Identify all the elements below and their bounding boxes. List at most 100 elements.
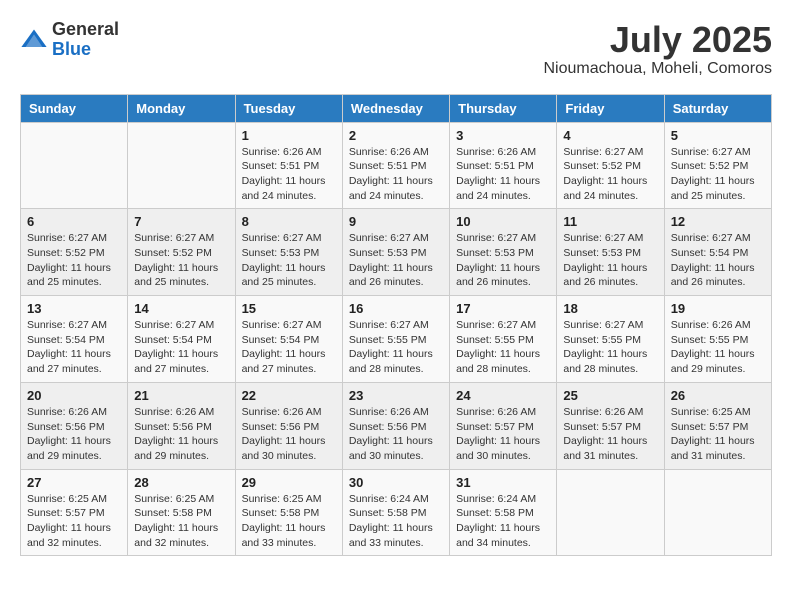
day-cell: 20 Sunrise: 6:26 AM Sunset: 5:56 PM Dayli… — [21, 382, 128, 469]
day-cell — [664, 469, 771, 556]
day-cell — [21, 122, 128, 209]
day-cell: 14 Sunrise: 6:27 AM Sunset: 5:54 PM Dayli… — [128, 296, 235, 383]
day-info: Sunrise: 6:24 AM Sunset: 5:58 PM Dayligh… — [349, 492, 443, 551]
day-cell: 26 Sunrise: 6:25 AM Sunset: 5:57 PM Dayli… — [664, 382, 771, 469]
day-cell: 7 Sunrise: 6:27 AM Sunset: 5:52 PM Daylig… — [128, 209, 235, 296]
week-row-4: 20 Sunrise: 6:26 AM Sunset: 5:56 PM Dayli… — [21, 382, 772, 469]
day-info: Sunrise: 6:25 AM Sunset: 5:57 PM Dayligh… — [27, 492, 121, 551]
day-cell: 4 Sunrise: 6:27 AM Sunset: 5:52 PM Daylig… — [557, 122, 664, 209]
day-info: Sunrise: 6:27 AM Sunset: 5:53 PM Dayligh… — [242, 231, 336, 290]
day-number: 29 — [242, 475, 336, 490]
day-cell: 18 Sunrise: 6:27 AM Sunset: 5:55 PM Dayli… — [557, 296, 664, 383]
day-number: 4 — [563, 128, 657, 143]
day-info: Sunrise: 6:26 AM Sunset: 5:57 PM Dayligh… — [563, 405, 657, 464]
day-number: 11 — [563, 214, 657, 229]
day-cell: 17 Sunrise: 6:27 AM Sunset: 5:55 PM Dayli… — [450, 296, 557, 383]
day-number: 13 — [27, 301, 121, 316]
logo-text: General Blue — [52, 20, 119, 60]
week-row-2: 6 Sunrise: 6:27 AM Sunset: 5:52 PM Daylig… — [21, 209, 772, 296]
day-number: 24 — [456, 388, 550, 403]
day-info: Sunrise: 6:26 AM Sunset: 5:56 PM Dayligh… — [242, 405, 336, 464]
day-cell: 27 Sunrise: 6:25 AM Sunset: 5:57 PM Dayli… — [21, 469, 128, 556]
day-number: 28 — [134, 475, 228, 490]
day-info: Sunrise: 6:27 AM Sunset: 5:53 PM Dayligh… — [349, 231, 443, 290]
day-info: Sunrise: 6:27 AM Sunset: 5:55 PM Dayligh… — [349, 318, 443, 377]
day-cell: 30 Sunrise: 6:24 AM Sunset: 5:58 PM Dayli… — [342, 469, 449, 556]
logo-general-text: General — [52, 20, 119, 40]
day-info: Sunrise: 6:26 AM Sunset: 5:56 PM Dayligh… — [27, 405, 121, 464]
day-cell: 24 Sunrise: 6:26 AM Sunset: 5:57 PM Dayli… — [450, 382, 557, 469]
day-cell: 29Sunrise: 6:25 AM Sunset: 5:58 PM Dayli… — [235, 469, 342, 556]
day-cell: 13 Sunrise: 6:27 AM Sunset: 5:54 PM Dayli… — [21, 296, 128, 383]
day-info: Sunrise: 6:27 AM Sunset: 5:53 PM Dayligh… — [563, 231, 657, 290]
logo-blue-text: Blue — [52, 40, 119, 60]
day-info: Sunrise: 6:27 AM Sunset: 5:52 PM Dayligh… — [27, 231, 121, 290]
day-info: Sunrise: 6:27 AM Sunset: 5:55 PM Dayligh… — [563, 318, 657, 377]
day-cell: 6 Sunrise: 6:27 AM Sunset: 5:52 PM Daylig… — [21, 209, 128, 296]
week-row-3: 13 Sunrise: 6:27 AM Sunset: 5:54 PM Dayli… — [21, 296, 772, 383]
week-row-1: 1 Sunrise: 6:26 AM Sunset: 5:51 PM Daylig… — [21, 122, 772, 209]
day-cell: 12 Sunrise: 6:27 AM Sunset: 5:54 PM Dayli… — [664, 209, 771, 296]
day-cell: 10Sunrise: 6:27 AM Sunset: 5:53 PM Dayli… — [450, 209, 557, 296]
day-info: Sunrise: 6:27 AM Sunset: 5:54 PM Dayligh… — [27, 318, 121, 377]
day-info: Sunrise: 6:27 AM Sunset: 5:54 PM Dayligh… — [671, 231, 765, 290]
day-cell: 25 Sunrise: 6:26 AM Sunset: 5:57 PM Dayli… — [557, 382, 664, 469]
day-cell: 8 Sunrise: 6:27 AM Sunset: 5:53 PM Daylig… — [235, 209, 342, 296]
day-number: 18 — [563, 301, 657, 316]
day-info: Sunrise: 6:26 AM Sunset: 5:51 PM Dayligh… — [349, 145, 443, 204]
day-cell — [557, 469, 664, 556]
day-number: 10 — [456, 214, 550, 229]
day-info: Sunrise: 6:27 AM Sunset: 5:52 PM Dayligh… — [134, 231, 228, 290]
day-number: 1 — [242, 128, 336, 143]
header-day-thursday: Thursday — [450, 94, 557, 122]
day-cell — [128, 122, 235, 209]
day-info: Sunrise: 6:26 AM Sunset: 5:51 PM Dayligh… — [456, 145, 550, 204]
day-number: 31 — [456, 475, 550, 490]
day-number: 26 — [671, 388, 765, 403]
day-number: 12 — [671, 214, 765, 229]
day-cell: 9 Sunrise: 6:27 AM Sunset: 5:53 PM Daylig… — [342, 209, 449, 296]
day-number: 19 — [671, 301, 765, 316]
day-info: Sunrise: 6:27 AM Sunset: 5:54 PM Dayligh… — [134, 318, 228, 377]
day-number: 8 — [242, 214, 336, 229]
day-cell: 16Sunrise: 6:27 AM Sunset: 5:55 PM Dayli… — [342, 296, 449, 383]
day-number: 14 — [134, 301, 228, 316]
day-number: 6 — [27, 214, 121, 229]
day-info: Sunrise: 6:25 AM Sunset: 5:58 PM Dayligh… — [134, 492, 228, 551]
day-number: 21 — [134, 388, 228, 403]
day-cell: 31 Sunrise: 6:24 AM Sunset: 5:58 PM Dayli… — [450, 469, 557, 556]
day-info: Sunrise: 6:24 AM Sunset: 5:58 PM Dayligh… — [456, 492, 550, 551]
day-cell: 2Sunrise: 6:26 AM Sunset: 5:51 PM Daylig… — [342, 122, 449, 209]
month-title: July 2025 — [543, 20, 772, 60]
day-cell: 15Sunrise: 6:27 AM Sunset: 5:54 PM Dayli… — [235, 296, 342, 383]
day-info: Sunrise: 6:26 AM Sunset: 5:51 PM Dayligh… — [242, 145, 336, 204]
day-info: Sunrise: 6:26 AM Sunset: 5:55 PM Dayligh… — [671, 318, 765, 377]
header-day-monday: Monday — [128, 94, 235, 122]
day-cell: 23Sunrise: 6:26 AM Sunset: 5:56 PM Dayli… — [342, 382, 449, 469]
day-cell: 22Sunrise: 6:26 AM Sunset: 5:56 PM Dayli… — [235, 382, 342, 469]
day-number: 30 — [349, 475, 443, 490]
day-info: Sunrise: 6:26 AM Sunset: 5:56 PM Dayligh… — [349, 405, 443, 464]
header-row: SundayMondayTuesdayWednesdayThursdayFrid… — [21, 94, 772, 122]
day-number: 3 — [456, 128, 550, 143]
day-number: 17 — [456, 301, 550, 316]
location-title: Nioumachoua, Moheli, Comoros — [543, 60, 772, 78]
day-cell: 1 Sunrise: 6:26 AM Sunset: 5:51 PM Daylig… — [235, 122, 342, 209]
day-number: 25 — [563, 388, 657, 403]
day-number: 7 — [134, 214, 228, 229]
day-info: Sunrise: 6:27 AM Sunset: 5:54 PM Dayligh… — [242, 318, 336, 377]
day-info: Sunrise: 6:27 AM Sunset: 5:55 PM Dayligh… — [456, 318, 550, 377]
header-day-saturday: Saturday — [664, 94, 771, 122]
day-info: Sunrise: 6:26 AM Sunset: 5:56 PM Dayligh… — [134, 405, 228, 464]
day-number: 27 — [27, 475, 121, 490]
title-block: July 2025 Nioumachoua, Moheli, Comoros — [543, 20, 772, 78]
day-info: Sunrise: 6:27 AM Sunset: 5:52 PM Dayligh… — [671, 145, 765, 204]
day-info: Sunrise: 6:25 AM Sunset: 5:57 PM Dayligh… — [671, 405, 765, 464]
day-number: 9 — [349, 214, 443, 229]
day-number: 20 — [27, 388, 121, 403]
day-cell: 28 Sunrise: 6:25 AM Sunset: 5:58 PM Dayli… — [128, 469, 235, 556]
page-header: General Blue July 2025 Nioumachoua, Mohe… — [20, 20, 772, 78]
calendar-table: SundayMondayTuesdayWednesdayThursdayFrid… — [20, 94, 772, 557]
day-info: Sunrise: 6:26 AM Sunset: 5:57 PM Dayligh… — [456, 405, 550, 464]
day-info: Sunrise: 6:27 AM Sunset: 5:52 PM Dayligh… — [563, 145, 657, 204]
